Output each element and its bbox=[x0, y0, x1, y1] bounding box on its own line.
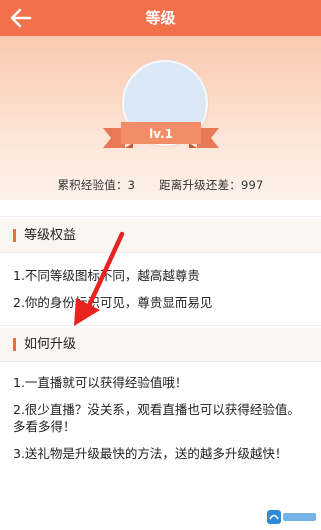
experience-stats: 累积经验值：3 距离升级还差：997 bbox=[0, 177, 321, 193]
benefit-item: 1.不同等级图标不同，越高越尊贵 bbox=[13, 268, 200, 283]
howto-item: 1.一直播就可以获得经验值哦！ bbox=[13, 375, 188, 390]
app-bar: 等级 bbox=[0, 0, 321, 36]
page-title: 等级 bbox=[145, 9, 176, 27]
watermark-logo bbox=[267, 510, 316, 524]
section-accent-bar bbox=[13, 338, 16, 351]
exp-value: 累积经验值：3 bbox=[57, 178, 136, 192]
howto-item: 2.很少直播？没关系，观看直播也可以获得经验值。 bbox=[13, 402, 300, 417]
level-hero-panel: lv.1 累积经验值：3 距离升级还差：997 bbox=[0, 36, 321, 200]
benefit-item: 2.你的身份标识可见，尊贵显而易见 bbox=[13, 295, 213, 310]
section-title: 如何升级 bbox=[24, 337, 77, 352]
upgrade-remaining: 距离升级还差：997 bbox=[159, 178, 264, 192]
divider bbox=[0, 252, 321, 253]
section-header-howto: 如何升级 bbox=[0, 328, 321, 361]
divider bbox=[0, 216, 321, 217]
section-header-benefits: 等级权益 bbox=[0, 219, 321, 252]
divider bbox=[0, 361, 321, 362]
section-accent-bar bbox=[13, 229, 16, 242]
annotation-arrow-icon bbox=[74, 231, 125, 326]
howto-item: 3.送礼物是升级最快的方法，送的越多升级越快！ bbox=[13, 446, 288, 461]
divider bbox=[0, 325, 321, 326]
howto-item: 多看多得！ bbox=[13, 419, 76, 434]
level-badge: lv.1 bbox=[149, 127, 173, 141]
